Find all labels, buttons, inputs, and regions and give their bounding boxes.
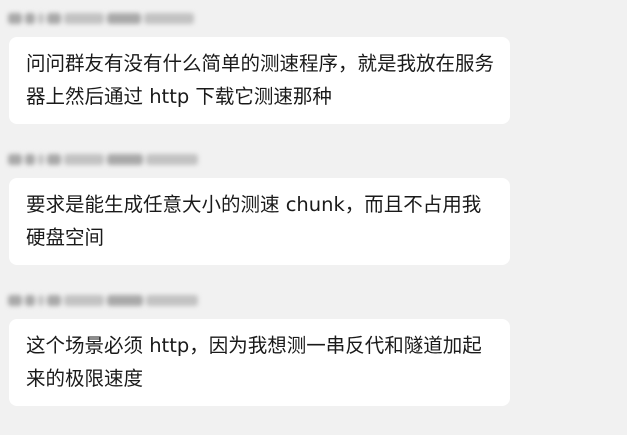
message-bubble: 要求是能生成任意大小的测速 chunk，而且不占用我硬盘空间 [9, 178, 510, 265]
message-text: 要求是能生成任意大小的测速 chunk，而且不占用我硬盘空间 [26, 193, 482, 249]
message-text: 问问群友有没有什么简单的测速程序，就是我放在服务器上然后通过 http 下载它测… [26, 52, 495, 108]
message-text: 这个场景必须 http，因为我想测一串反代和隧道加起来的极限速度 [26, 334, 482, 390]
message-bubble: 这个场景必须 http，因为我想测一串反代和隧道加起来的极限速度 [9, 319, 510, 406]
sender-name-blurred [8, 292, 198, 308]
sender-name-blurred [8, 151, 198, 167]
message-bubble: 问问群友有没有什么简单的测速程序，就是我放在服务器上然后通过 http 下载它测… [9, 37, 510, 124]
sender-name-blurred [8, 10, 194, 26]
